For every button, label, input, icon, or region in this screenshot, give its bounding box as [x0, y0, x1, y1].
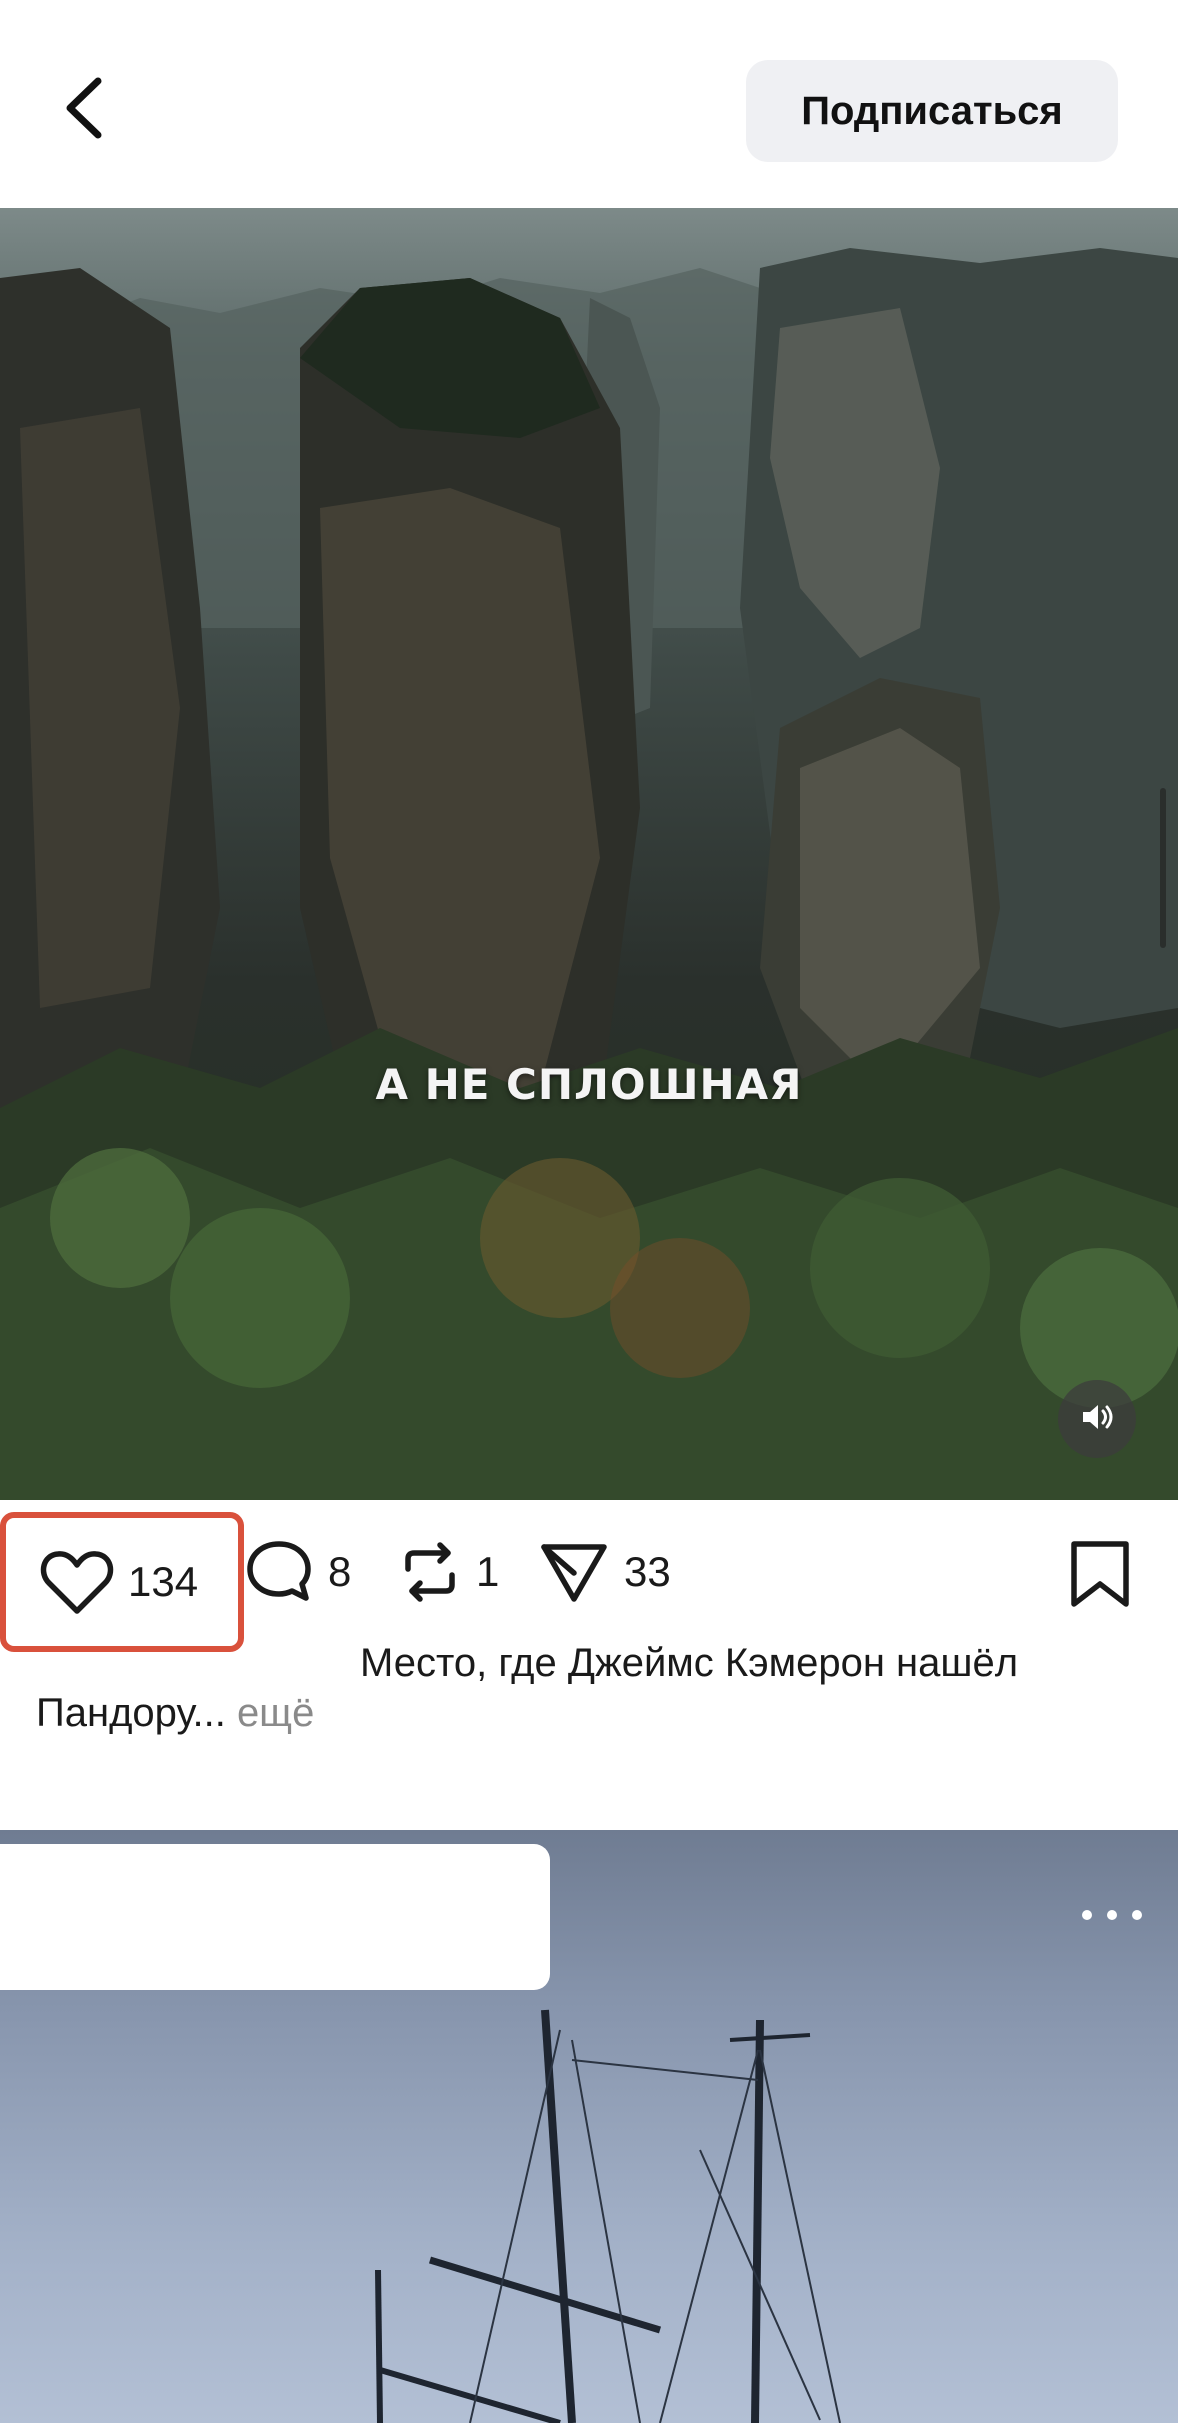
- caption-line-2: Пандору...: [36, 1691, 226, 1735]
- share-count: 33: [624, 1548, 671, 1595]
- show-more-link[interactable]: ещё: [237, 1691, 314, 1735]
- comment-button[interactable]: 8: [244, 1522, 351, 1622]
- repost-icon: [398, 1539, 462, 1605]
- next-post-media[interactable]: [0, 1830, 1178, 2423]
- video-frame: [0, 248, 1178, 1500]
- more-dots-icon[interactable]: [1082, 1900, 1142, 1930]
- back-button[interactable]: [40, 60, 130, 160]
- bookmark-button[interactable]: [1066, 1540, 1134, 1615]
- speaker-icon: [1077, 1397, 1117, 1442]
- repost-button[interactable]: 1: [398, 1522, 499, 1622]
- post-actions: 134 8 1 33: [0, 1500, 1178, 1652]
- video-caption-overlay: А НЕ СПЛОШНАЯ: [375, 1060, 803, 1109]
- like-button[interactable]: 134: [0, 1512, 244, 1652]
- share-button[interactable]: 33: [538, 1522, 671, 1622]
- repost-count: 1: [476, 1548, 500, 1595]
- next-post-header-card: [0, 1844, 550, 1990]
- bookmark-icon: [1066, 1541, 1134, 1614]
- heart-icon: [40, 1549, 114, 1615]
- video-player[interactable]: А НЕ СПЛОШНАЯ: [0, 208, 1178, 1500]
- caption-line-1: Место, где Джеймс Кэмерон нашёл: [360, 1641, 1019, 1685]
- like-count: 134: [128, 1558, 199, 1605]
- post-caption: Место, где Джеймс Кэмерон нашёл Пандору.…: [36, 1638, 1146, 1738]
- sound-toggle-button[interactable]: [1058, 1380, 1136, 1458]
- scroll-indicator: [1160, 788, 1166, 948]
- subscribe-button[interactable]: Подписаться: [746, 60, 1118, 162]
- comment-count: 8: [328, 1548, 352, 1595]
- chevron-left-icon: [60, 73, 110, 148]
- share-arrow-icon: [538, 1539, 610, 1605]
- top-bar: Подписаться: [0, 0, 1178, 208]
- comment-bubble-icon: [244, 1538, 314, 1606]
